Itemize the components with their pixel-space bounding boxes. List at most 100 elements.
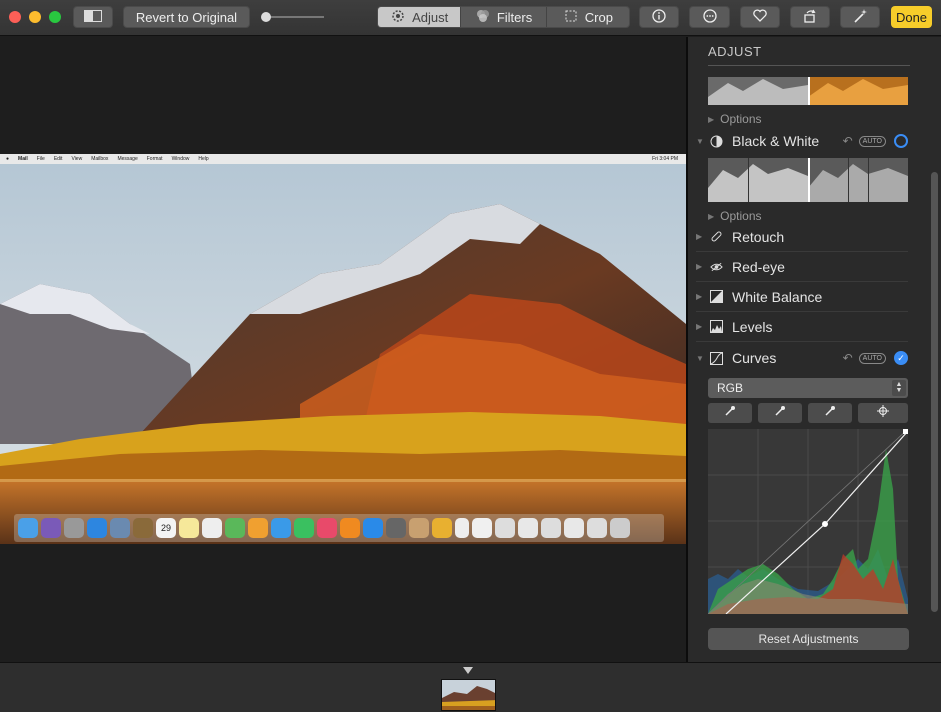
gray-point-dropper[interactable] <box>758 403 802 423</box>
disclosure-triangle-icon: ▶ <box>696 232 703 241</box>
more-button[interactable] <box>689 6 730 28</box>
apple-logo-icon: ● <box>6 156 10 162</box>
enable-toggle[interactable] <box>894 134 908 148</box>
magic-wand-icon <box>852 8 868 27</box>
rotate-icon <box>802 8 818 27</box>
black-point-dropper[interactable] <box>708 403 752 423</box>
tab-filters-label: Filters <box>496 9 533 25</box>
adjust-dial-icon <box>390 8 406 27</box>
sidebar-scrollbar[interactable] <box>931 172 938 612</box>
revert-label: Revert to Original <box>135 9 238 25</box>
disclosure-open-icon: ▼ <box>696 353 704 363</box>
section-retouch[interactable]: ▶ Retouch <box>696 222 908 252</box>
curves-icon <box>710 351 723 365</box>
tab-adjust[interactable]: Adjust <box>378 7 462 27</box>
tab-crop-label: Crop <box>584 9 613 25</box>
auto-button[interactable]: AUTO <box>858 352 886 364</box>
sidebar-title: ADJUST <box>708 44 762 59</box>
disclosure-triangle-icon: ▶ <box>696 262 703 271</box>
disclosure-triangle-icon: ▶ <box>696 322 703 331</box>
reset-label: Reset Adjustments <box>758 632 859 646</box>
disclosure-triangle-icon: ▶ <box>696 292 703 301</box>
rotate-button[interactable] <box>790 6 830 28</box>
reset-adjustments-button[interactable]: Reset Adjustments <box>708 628 909 650</box>
done-button[interactable]: Done <box>891 6 932 28</box>
zoom-window-button[interactable] <box>49 11 61 23</box>
bw-options-toggle[interactable]: ▶ Options <box>708 209 762 223</box>
enable-toggle[interactable]: ✓ <box>894 351 908 365</box>
updown-chevron-icon: ▲ ▼ <box>892 380 906 396</box>
crop-icon <box>563 8 579 27</box>
color-preset-strip[interactable] <box>708 77 908 105</box>
tab-crop[interactable]: Crop <box>547 7 629 27</box>
mac-menubar-in-photo: ● Mail File Edit View Mailbox Message Fo… <box>0 154 686 164</box>
zoom-slider-track[interactable] <box>262 16 324 18</box>
eyedropper-icon <box>824 404 836 422</box>
minimize-window-button[interactable] <box>29 11 41 23</box>
info-button[interactable] <box>639 6 679 28</box>
section-label: White Balance <box>732 288 823 305</box>
menubar-item: Mailbox <box>91 156 109 162</box>
undo-icon[interactable]: ↶ <box>843 134 853 148</box>
split-view-icon <box>84 9 102 25</box>
section-white-balance[interactable]: ▶ White Balance <box>696 282 908 312</box>
photo-canvas: ● Mail File Edit View Mailbox Message Fo… <box>0 37 687 661</box>
zoom-slider-knob[interactable] <box>261 12 271 22</box>
disclosure-triangle-icon: ▶ <box>708 114 715 124</box>
menubar-item: File <box>36 156 45 162</box>
light-options-toggle[interactable]: ▶ Options <box>708 112 762 126</box>
eye-icon <box>710 260 723 273</box>
white-point-dropper[interactable] <box>808 403 852 423</box>
mountain-landscape-image <box>0 154 686 544</box>
filters-icon <box>475 8 491 27</box>
menubar-item: Mail <box>18 156 28 162</box>
menubar-item: Help <box>198 156 209 162</box>
section-black-white[interactable]: ▼ Black & White ↶ AUTO <box>696 126 908 156</box>
checkmark-icon: ✓ <box>897 352 905 363</box>
auto-enhance-button[interactable] <box>840 6 880 28</box>
section-levels[interactable]: ▶ Levels <box>696 312 908 342</box>
photo-thumbnail[interactable] <box>441 679 496 711</box>
eyedropper-icon <box>774 404 786 422</box>
crosshair-icon <box>877 404 889 422</box>
auto-button[interactable]: AUTO <box>858 135 886 147</box>
section-red-eye[interactable]: ▶ Red-eye <box>696 252 908 282</box>
favorite-button[interactable] <box>740 6 780 28</box>
white-balance-icon <box>710 290 723 303</box>
add-point-button[interactable] <box>858 403 908 423</box>
edited-photo[interactable]: ● Mail File Edit View Mailbox Message Fo… <box>0 154 686 544</box>
bandage-icon <box>710 230 723 243</box>
info-icon <box>652 8 666 26</box>
section-curves[interactable]: ▼ Curves ↶ AUTO ✓ <box>696 343 908 373</box>
split-view-button[interactable] <box>73 6 113 28</box>
curves-channel-select[interactable]: RGB ▲ ▼ <box>708 378 908 398</box>
filmstrip <box>0 662 941 712</box>
menubar-item: Window <box>171 156 190 162</box>
selected-pointer-icon <box>463 667 473 674</box>
channel-select-value: RGB <box>717 381 744 395</box>
tab-filters[interactable]: Filters <box>461 7 547 27</box>
tab-adjust-label: Adjust <box>412 9 449 25</box>
mac-dock-in-photo: 29 <box>14 514 664 542</box>
menubar-item: Format <box>146 156 163 162</box>
calendar-day: 29 <box>156 518 176 538</box>
disclosure-open-icon: ▼ <box>696 136 704 146</box>
options-label: Options <box>720 209 762 223</box>
undo-icon[interactable]: ↶ <box>843 351 853 365</box>
section-label: Retouch <box>732 228 785 245</box>
disclosure-triangle-icon: ▶ <box>708 211 715 221</box>
section-label: Curves <box>732 350 777 366</box>
curves-graph[interactable] <box>708 429 908 614</box>
section-label: Red-eye <box>732 258 785 275</box>
adjust-sidebar: ADJUST ▶ Options ▼ Black & White ↶ AUTO <box>688 37 941 662</box>
section-label: Levels <box>732 318 773 335</box>
heart-icon <box>753 9 767 25</box>
curves-eyedroppers <box>708 403 908 423</box>
menubar-item: View <box>71 156 83 162</box>
close-window-button[interactable] <box>9 11 21 23</box>
revert-to-original-button[interactable]: Revert to Original <box>123 6 250 28</box>
black-white-icon <box>710 135 723 148</box>
menubar-item: Edit <box>53 156 63 162</box>
done-label: Done <box>895 9 928 25</box>
black-white-preset-strip[interactable] <box>708 158 908 202</box>
